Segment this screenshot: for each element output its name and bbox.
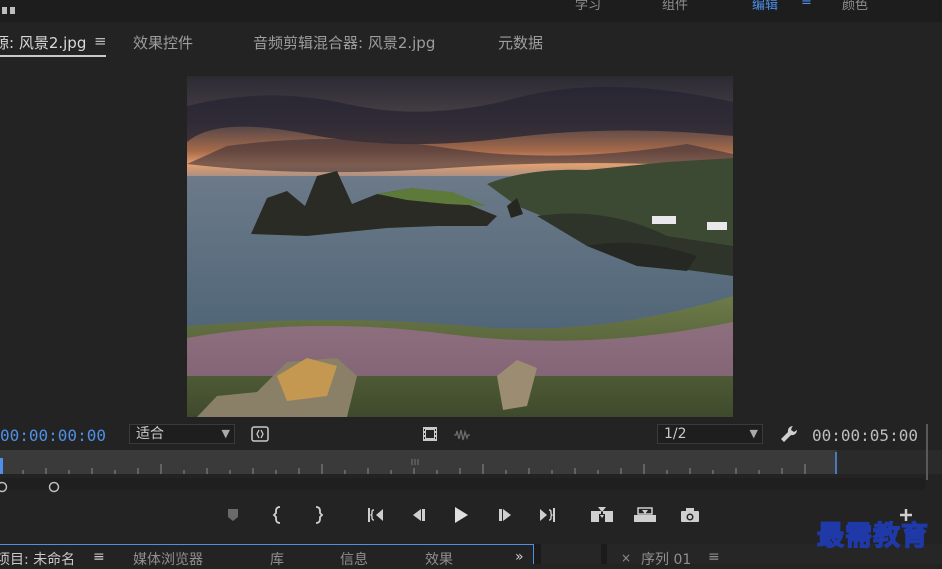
tab-project[interactable]: 项目: 未命名 <box>0 549 75 569</box>
monitor-controls-row: 00:00:00:00 适合 ▼ 1/2 ▼ 00:00:05:00 <box>0 420 942 448</box>
tab-source[interactable]: 源: 风景2.jpg <box>0 32 86 53</box>
mark-in-icon[interactable] <box>265 502 291 528</box>
tab-sequence[interactable]: 序列 01 <box>641 549 691 569</box>
tab-source-menu[interactable]: ≡ <box>94 32 107 50</box>
chevron-down-icon: ▼ <box>749 427 758 440</box>
resolution-select[interactable]: 1/2 ▼ <box>657 424 763 444</box>
wrench-icon[interactable] <box>779 424 799 448</box>
time-ruler[interactable] <box>0 450 837 474</box>
marker-icon[interactable] <box>220 502 246 528</box>
bottom-panels: 项目: 未命名 ≡ 媒体浏览器 库 信息 效果 » × 序列 01 ≡ <box>0 544 942 568</box>
playhead-marker[interactable] <box>0 458 4 474</box>
audio-waveform-icon[interactable] <box>453 427 471 446</box>
panel-grip-icon[interactable] <box>0 0 18 14</box>
workspace-learn[interactable]: 学习 <box>575 0 601 13</box>
tab-metadata[interactable]: 元数据 <box>498 32 543 53</box>
playhead-timecode[interactable]: 00:00:00:00 <box>0 426 106 445</box>
workspace-assembly[interactable]: 组件 <box>662 0 688 13</box>
small-panel <box>541 544 601 564</box>
mark-out-icon[interactable] <box>305 502 331 528</box>
go-to-in-icon[interactable] <box>362 502 388 528</box>
zoom-select[interactable]: 适合 ▼ <box>129 424 235 444</box>
go-to-out-icon[interactable] <box>535 502 561 528</box>
close-icon[interactable]: × <box>621 551 631 565</box>
tab-overflow[interactable]: » <box>515 549 524 565</box>
insert-icon[interactable] <box>589 502 615 528</box>
duration-timecode: 00:00:05:00 <box>812 426 918 445</box>
scrollbar-handle-left[interactable] <box>0 478 8 497</box>
camera-icon[interactable] <box>677 502 703 528</box>
time-ruler-ticks <box>0 452 837 474</box>
watermark-logo: 最需教育 <box>816 520 929 552</box>
film-icon[interactable] <box>422 426 438 446</box>
workspace-editing[interactable]: 编辑 <box>752 0 778 13</box>
chevron-down-icon: ▼ <box>221 427 230 440</box>
project-panel-frame <box>0 544 534 564</box>
preview-frame-image <box>187 76 733 417</box>
zoom-scrollbar[interactable] <box>0 478 926 493</box>
tab-info[interactable]: 信息 <box>340 549 368 569</box>
tab-effects[interactable]: 效果 <box>425 549 453 569</box>
workspace-color[interactable]: 颜色 <box>842 0 868 13</box>
source-panel-tabs: 源: 风景2.jpg ≡ 效果控件 音频剪辑混合器: 风景2.jpg 元数据 <box>0 22 942 62</box>
active-tab-underline <box>0 55 106 57</box>
tab-media-browser[interactable]: 媒体浏览器 <box>133 549 203 569</box>
resolution-select-value: 1/2 <box>664 426 687 442</box>
overwrite-icon[interactable] <box>632 502 658 528</box>
tab-effect-controls[interactable]: 效果控件 <box>133 32 193 53</box>
tab-project-menu[interactable]: ≡ <box>93 549 105 565</box>
play-icon[interactable] <box>448 502 474 528</box>
panel-divider <box>926 424 928 480</box>
workspace-menu-icon[interactable]: ≡ <box>801 0 812 9</box>
step-forward-icon[interactable] <box>493 502 519 528</box>
tab-libraries[interactable]: 库 <box>270 549 284 569</box>
zoom-select-value: 适合 <box>136 426 164 442</box>
scrollbar-handle-right[interactable] <box>48 478 60 497</box>
step-back-icon[interactable] <box>405 502 431 528</box>
tab-audio-clip-mixer[interactable]: 音频剪辑混合器: 风景2.jpg <box>253 32 435 53</box>
workspace-bar: 学习 组件 编辑 ≡ 颜色 <box>0 0 942 22</box>
tab-sequence-menu[interactable]: ≡ <box>708 549 720 565</box>
transport-controls <box>0 500 942 530</box>
safe-margins-icon[interactable] <box>251 426 269 446</box>
